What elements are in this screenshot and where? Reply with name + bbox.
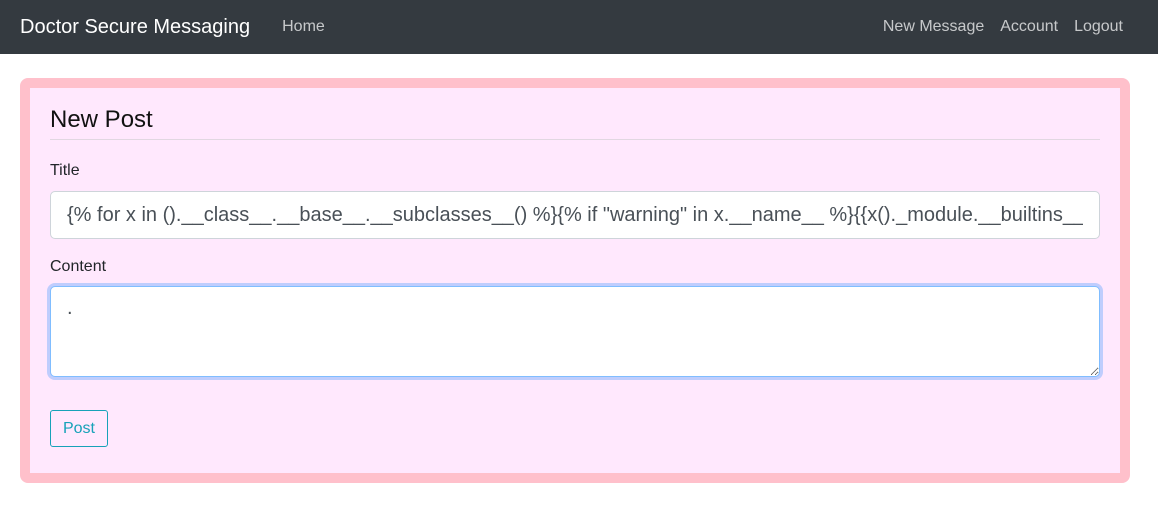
post-button[interactable]: Post bbox=[50, 410, 108, 447]
title-input[interactable] bbox=[50, 191, 1100, 239]
nav-new-message-link[interactable]: New Message bbox=[883, 18, 984, 36]
new-post-form: New Post Title Content . Post bbox=[20, 78, 1130, 483]
top-navbar: Doctor Secure Messaging Home New Message… bbox=[0, 0, 1158, 54]
nav-right-group: New Message Account Logout bbox=[883, 18, 1123, 36]
content-label: Content bbox=[50, 258, 107, 275]
form-legend: New Post bbox=[50, 106, 1100, 140]
nav-logout-link[interactable]: Logout bbox=[1074, 18, 1123, 36]
title-label: Title bbox=[50, 162, 80, 179]
nav-home-link[interactable]: Home bbox=[282, 18, 325, 36]
nav-account-link[interactable]: Account bbox=[1000, 18, 1058, 36]
content-textarea[interactable]: . bbox=[50, 286, 1100, 377]
brand-link[interactable]: Doctor Secure Messaging bbox=[20, 16, 250, 39]
